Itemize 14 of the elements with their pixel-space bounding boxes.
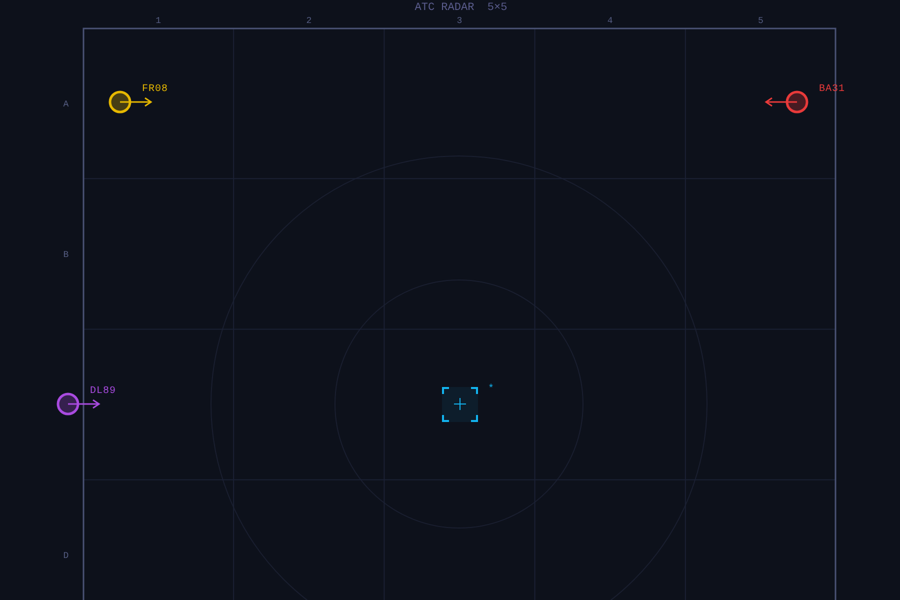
radar-title: ATC RADAR 5×5 xyxy=(414,2,508,14)
flight-callsign: FR08 xyxy=(142,84,168,95)
column-label: 3 xyxy=(456,16,462,26)
column-label: 5 xyxy=(758,16,764,26)
target-marker-icon xyxy=(442,387,478,422)
row-label: A xyxy=(63,99,69,110)
column-label: 2 xyxy=(306,16,312,26)
column-label: 4 xyxy=(607,16,613,26)
flight-callsign: BA31 xyxy=(819,84,846,95)
row-label: D xyxy=(63,551,69,562)
column-label: 1 xyxy=(156,16,161,26)
row-label: B xyxy=(63,250,69,260)
target-marker-symbol: * xyxy=(488,384,494,395)
flight-callsign: DL89 xyxy=(90,386,116,397)
